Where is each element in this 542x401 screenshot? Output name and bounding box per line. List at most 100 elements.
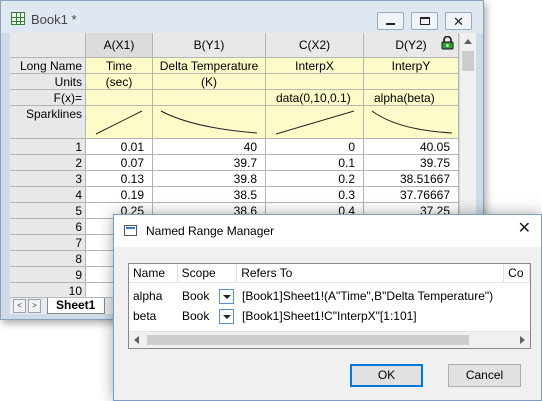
scroll-left-icon[interactable] (134, 336, 139, 344)
units-a[interactable]: (sec) (86, 74, 153, 90)
lock-icon[interactable] (441, 36, 454, 50)
maximize-icon (419, 17, 430, 25)
row-label-units[interactable]: Units (10, 74, 86, 90)
cell-b[interactable]: 38.5 (153, 187, 266, 203)
column-header-name[interactable]: Name (129, 264, 178, 283)
range-scope-value: Book (182, 309, 210, 323)
ok-button[interactable]: OK (350, 364, 423, 387)
units-c[interactable] (266, 74, 364, 90)
cell-c[interactable]: 0.2 (266, 171, 364, 187)
cell-d[interactable]: 40.05 (364, 139, 459, 155)
row-number[interactable]: 10 (10, 283, 86, 297)
row-number[interactable]: 8 (10, 251, 86, 267)
workbook-titlebar[interactable]: Book1 * ✕ (1, 1, 483, 33)
cell-a[interactable]: 0.07 (86, 155, 153, 171)
row-label-long-name[interactable]: Long Name (10, 58, 86, 74)
units-row: Units (sec) (K) (10, 74, 459, 90)
sparkline-d-chart (371, 110, 453, 134)
column-header-comment[interactable]: Co (504, 264, 530, 283)
cell-d[interactable]: 39.75 (364, 155, 459, 171)
cell-d[interactable]: 37.76667 (364, 187, 459, 203)
row-label-sparklines[interactable]: Sparklines (10, 106, 86, 139)
row-number[interactable]: 6 (10, 219, 86, 235)
list-item[interactable]: beta Book [Book1]Sheet1!C"InterpX"[1:101… (129, 306, 530, 326)
cell-c[interactable]: 0 (266, 139, 364, 155)
range-scope[interactable]: Book (178, 286, 238, 306)
workbook-icon (11, 12, 25, 25)
named-range-manager-dialog[interactable]: Named Range Manager ✕ Name Scope Refers … (113, 214, 542, 401)
row-number[interactable]: 4 (10, 187, 86, 203)
dialog-title: Named Range Manager (146, 224, 275, 238)
row-number[interactable]: 3 (10, 171, 86, 187)
cell-b[interactable]: 40 (153, 139, 266, 155)
formula-c[interactable]: data(0,10,0.1) (266, 90, 364, 106)
column-header-scope[interactable]: Scope (178, 264, 238, 283)
sparklines-row: Sparklines (10, 106, 459, 139)
cell-b[interactable]: 39.7 (153, 155, 266, 171)
maximize-button[interactable] (411, 12, 438, 30)
minimize-icon (386, 22, 395, 25)
range-refers-to[interactable]: [Book1]Sheet1!C"InterpX"[1:101] (238, 306, 507, 326)
cancel-button[interactable]: Cancel (448, 364, 521, 387)
long-name-b[interactable]: Delta Temperature (153, 58, 266, 74)
range-name[interactable]: beta (129, 306, 178, 326)
units-d[interactable] (364, 74, 459, 90)
row-number[interactable]: 9 (10, 267, 86, 283)
close-button[interactable]: ✕ (445, 12, 472, 30)
cell-b[interactable]: 39.8 (153, 171, 266, 187)
table-row: 3 0.13 39.8 0.2 38.51667 (10, 171, 459, 187)
long-name-a[interactable]: Time (86, 58, 153, 74)
column-header-d[interactable]: D(Y2) (364, 33, 459, 58)
table-row: 2 0.07 39.7 0.1 39.75 (10, 155, 459, 171)
scroll-right-icon[interactable] (520, 336, 525, 344)
close-icon: ✕ (453, 13, 464, 29)
scroll-thumb[interactable] (147, 335, 469, 345)
scroll-up-icon[interactable] (464, 39, 472, 44)
range-refers-to[interactable]: [Book1]Sheet1!(A"Time",B"Delta Temperatu… (238, 286, 507, 306)
formula-d[interactable]: alpha(beta) (364, 90, 459, 106)
cell-a[interactable]: 0.01 (86, 139, 153, 155)
dialog-close-icon[interactable]: ✕ (518, 221, 531, 237)
row-number[interactable]: 7 (10, 235, 86, 251)
scroll-thumb[interactable] (462, 51, 474, 71)
cell-a[interactable]: 0.13 (86, 171, 153, 187)
row-label-formula[interactable]: F(x)= (10, 90, 86, 106)
dialog-titlebar[interactable]: Named Range Manager ✕ (114, 215, 541, 247)
cell-c[interactable]: 0.3 (266, 187, 364, 203)
table-row: 1 0.01 40 0 40.05 (10, 139, 459, 155)
workbook-title: Book1 * (31, 12, 77, 27)
formula-b[interactable] (153, 90, 266, 106)
minimize-button[interactable] (377, 12, 404, 30)
row-number[interactable]: 1 (10, 139, 86, 155)
sparkline-b[interactable] (153, 106, 266, 139)
named-range-list[interactable]: Name Scope Refers To Co alpha Book [Book… (128, 263, 531, 349)
long-name-d[interactable]: InterpY (364, 58, 459, 74)
cell-d[interactable]: 38.51667 (364, 171, 459, 187)
units-b[interactable]: (K) (153, 74, 266, 90)
column-header-refers-to[interactable]: Refers To (237, 264, 505, 283)
sparkline-a[interactable] (86, 106, 153, 139)
cell-a[interactable]: 0.19 (86, 187, 153, 203)
list-item[interactable]: alpha Book [Book1]Sheet1!(A"Time",B"Delt… (129, 286, 530, 306)
cell-c[interactable]: 0.1 (266, 155, 364, 171)
row-number[interactable]: 2 (10, 155, 86, 171)
column-header-b[interactable]: B(Y1) (153, 33, 266, 58)
sparkline-d[interactable] (364, 106, 459, 139)
range-name[interactable]: alpha (129, 286, 178, 306)
column-header-a[interactable]: A(X1) (86, 33, 153, 58)
scope-dropdown-icon[interactable] (219, 288, 235, 304)
horizontal-scrollbar[interactable] (129, 331, 530, 348)
row-number[interactable]: 5 (10, 203, 86, 219)
corner-cell[interactable] (10, 33, 86, 58)
range-scope[interactable]: Book (178, 306, 238, 326)
formula-a[interactable] (86, 90, 153, 106)
range-scope-value: Book (182, 289, 210, 303)
tab-next-button[interactable]: > (28, 299, 41, 313)
column-header-c[interactable]: C(X2) (266, 33, 364, 58)
sheet-tab[interactable]: Sheet1 (47, 298, 105, 314)
scope-dropdown-icon[interactable] (219, 308, 235, 324)
sparkline-c[interactable] (266, 106, 364, 139)
dialog-window-icon (124, 225, 137, 236)
tab-prev-button[interactable]: < (13, 299, 26, 313)
long-name-c[interactable]: InterpX (266, 58, 364, 74)
